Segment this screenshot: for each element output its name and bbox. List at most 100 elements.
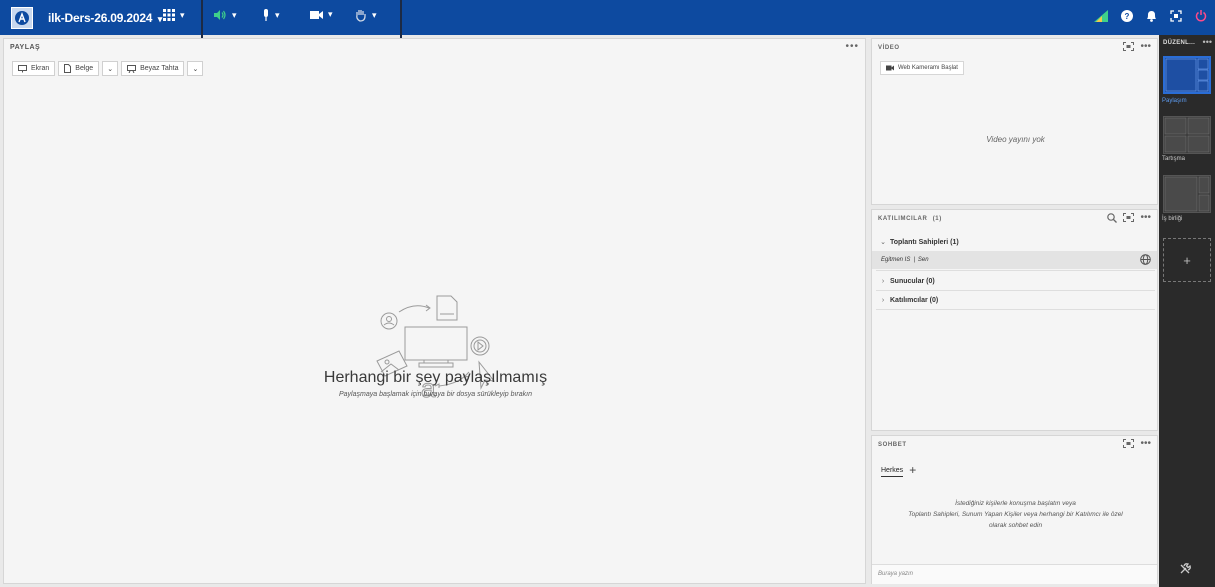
camera-menu-button[interactable]: ▾ — [310, 9, 333, 20]
share-pod-menu-button[interactable]: ••• — [845, 41, 859, 52]
raise-hand-icon — [356, 10, 366, 22]
speaker-menu-button[interactable]: ▾ — [213, 9, 237, 21]
share-toolbar: Ekran Belge ⌄ Beyaz Tahta ⌄ — [12, 61, 204, 76]
video-pod-title: VİDEO — [878, 45, 900, 51]
maximize-icon[interactable] — [1123, 42, 1135, 51]
meeting-title: ilk-Ders-26.09.2024 — [48, 11, 153, 25]
microphone-icon — [264, 9, 268, 21]
presenters-group-label: Sunucular (0) — [890, 277, 935, 285]
svg-text:?: ? — [1125, 12, 1130, 21]
chat-help-line: İstediğiniz kişilerle konuşma başlatın v… — [955, 500, 1076, 507]
maximize-icon[interactable] — [1123, 213, 1135, 222]
attendees-count: (1) — [932, 216, 942, 222]
participants-group-header[interactable]: › Katılımcılar (0) — [872, 292, 1157, 308]
layout-preview — [1165, 58, 1209, 92]
top-right-actions: ? — [1094, 9, 1207, 22]
apps-icon — [163, 9, 175, 21]
layout-thumb-sharing[interactable] — [1163, 56, 1211, 94]
start-webcam-button[interactable]: Web Kameramı Başlat — [880, 61, 964, 75]
chevron-down-icon: ▾ — [275, 9, 280, 20]
chevron-right-icon: › — [881, 277, 885, 285]
add-layout-button[interactable]: + — [1163, 238, 1211, 282]
microphone-menu-button[interactable]: ▾ — [262, 9, 280, 21]
add-chat-tab-button[interactable]: + — [909, 463, 916, 477]
attendees-pod-menu-button[interactable]: ••• — [1140, 212, 1151, 223]
notifications-icon[interactable] — [1146, 10, 1157, 22]
app-logo-icon — [11, 7, 33, 29]
share-document-button[interactable]: Belge — [58, 61, 100, 76]
layouts-panel: DÜZENL... ••• Paylaşım Tartışma İş birli… — [1159, 35, 1215, 587]
share-pod-title: PAYLAŞ — [10, 44, 41, 51]
raise-hand-menu-button[interactable]: ▾ — [355, 9, 377, 22]
chevron-down-icon: ▾ — [232, 9, 237, 20]
hosts-group-label: Toplantı Sahipleri (1) — [890, 238, 959, 246]
chat-help-line: Toplantı Sahipleri, Sunum Yapan Kişiler … — [908, 511, 1123, 518]
globe-icon[interactable] — [1140, 254, 1151, 265]
camera-icon — [310, 10, 323, 19]
attendees-title-text: KATILIMCILAR — [878, 216, 928, 222]
layout-preview — [1164, 176, 1210, 212]
fullscreen-icon[interactable] — [1170, 9, 1182, 22]
help-icon[interactable]: ? — [1121, 9, 1133, 22]
video-pod: VİDEO ••• Web Kameramı Başlat Video yayı… — [871, 38, 1158, 205]
attendee-name: Egitmen IS — [881, 257, 911, 263]
layout-label-sharing: Paylaşım — [1162, 98, 1187, 104]
apps-menu-button[interactable]: ▾ — [163, 9, 185, 21]
camera-icon — [886, 65, 894, 71]
connection-status-icon[interactable] — [1094, 9, 1108, 22]
no-video-message: Video yayını yok — [986, 135, 1045, 144]
layout-preview — [1164, 117, 1210, 153]
monitor-icon — [18, 64, 27, 72]
tools-icon[interactable] — [1179, 563, 1191, 575]
presenters-group-header[interactable]: › Sunucular (0) — [872, 273, 1157, 289]
share-document-dropdown[interactable]: ⌄ — [102, 61, 119, 76]
divider — [876, 270, 1155, 271]
share-whiteboard-button[interactable]: Beyaz Tahta — [121, 61, 185, 76]
chat-pod-title: SOHBET — [878, 442, 907, 448]
chevron-down-icon: ⌄ — [107, 65, 114, 73]
chat-pod-menu-button[interactable]: ••• — [1140, 438, 1151, 449]
attendee-row-me[interactable]: Egitmen IS | Sen — [872, 251, 1157, 269]
attendees-pod-actions: ••• — [1107, 212, 1151, 223]
chat-tabs: Herkes + — [881, 463, 916, 477]
layout-label-collaboration: İş birliği — [1162, 216, 1183, 222]
video-pod-menu-button[interactable]: ••• — [1140, 41, 1151, 52]
search-icon[interactable] — [1107, 212, 1118, 223]
speaker-icon — [214, 10, 226, 20]
power-icon[interactable] — [1195, 9, 1207, 22]
active-tab-underline — [881, 476, 903, 477]
empty-state-title: Herhangi bir şey paylaşılmamış — [323, 369, 548, 386]
chevron-down-icon: ▾ — [180, 9, 185, 20]
divider — [876, 290, 1155, 291]
chevron-down-icon: ⌄ — [880, 239, 886, 246]
chat-pod: SOHBET ••• Herkes + İstediğiniz kişilerl… — [871, 435, 1158, 584]
share-screen-button[interactable]: Ekran — [12, 61, 56, 76]
chevron-right-icon: › — [881, 296, 885, 304]
chat-help-text: İstediğiniz kişilerle konuşma başlatın v… — [872, 498, 1159, 531]
share-whiteboard-dropdown[interactable]: ⌄ — [187, 61, 204, 76]
hosts-group-header[interactable]: ⌄ Toplantı Sahipleri (1) — [872, 234, 1157, 250]
attendees-pod: KATILIMCILAR (1) ••• ⌄ Toplantı Sahipler… — [871, 209, 1158, 431]
chat-message-input[interactable]: Buraya yazın — [872, 564, 1157, 584]
start-webcam-label: Web Kameramı Başlat — [898, 65, 958, 71]
layout-thumb-collaboration[interactable] — [1163, 175, 1211, 213]
meeting-title-menu[interactable]: ilk-Ders-26.09.2024 ▾ — [48, 11, 162, 25]
share-whiteboard-label: Beyaz Tahta — [140, 65, 179, 72]
top-bar: ilk-Ders-26.09.2024 ▾ ▾ ▾ ▾ ▾ ▾ ? — [0, 0, 1215, 41]
layouts-menu-button[interactable]: ••• — [1203, 37, 1212, 47]
chevron-down-icon: ⌄ — [192, 65, 199, 73]
chevron-down-icon: ▾ — [328, 9, 333, 19]
chat-tab-everyone[interactable]: Herkes — [881, 467, 903, 474]
share-screen-label: Ekran — [31, 65, 50, 72]
empty-state-subtitle: Paylaşmaya başlamak için buraya bir dosy… — [339, 391, 532, 398]
whiteboard-icon — [127, 64, 137, 73]
participants-group-label: Katılımcılar (0) — [890, 296, 939, 304]
maximize-icon[interactable] — [1123, 439, 1135, 448]
layout-thumb-discussion[interactable] — [1163, 116, 1211, 154]
chat-pod-actions: ••• — [1123, 438, 1151, 449]
share-pod: PAYLAŞ ••• Ekran Belge ⌄ Beyaz Tahta ⌄ a… — [3, 38, 866, 584]
chat-help-line: olarak sohbet edin — [988, 522, 1043, 529]
share-document-label: Belge — [75, 65, 94, 72]
chevron-down-icon: ▾ — [372, 10, 377, 20]
attendee-self-tag: Sen — [917, 257, 929, 263]
